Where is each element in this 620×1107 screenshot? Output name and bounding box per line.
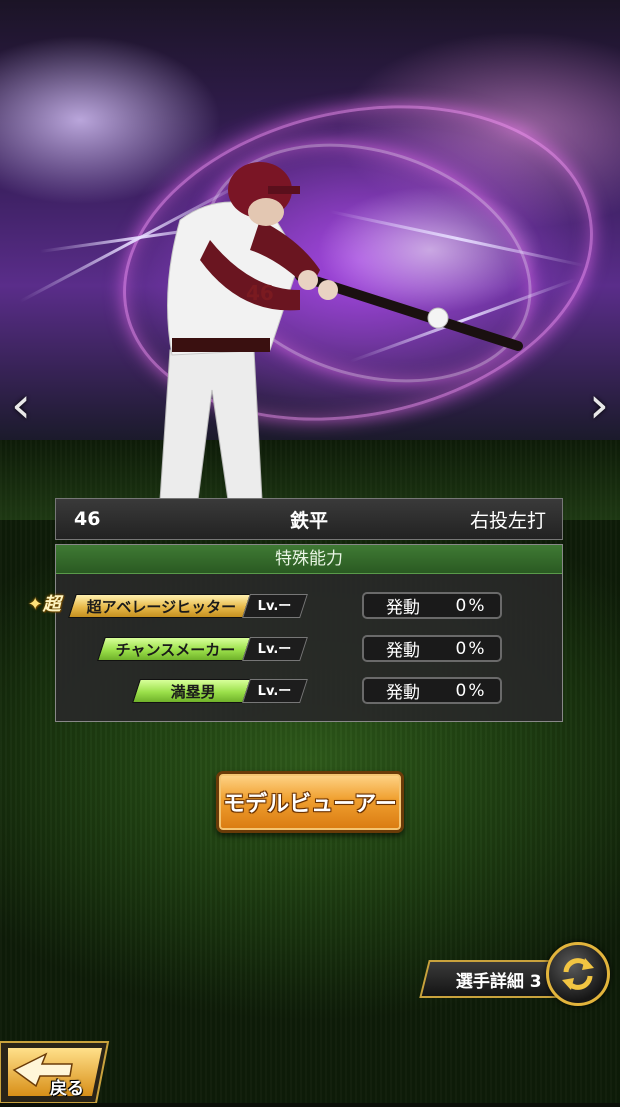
prev-player-button[interactable]: ‹	[4, 380, 38, 430]
trigger-rate-box: 発動 0%	[362, 635, 502, 662]
trigger-label: 発動	[386, 683, 420, 703]
ability-level: Lv.ー	[242, 679, 308, 703]
trigger-label: 発動	[386, 598, 420, 618]
trigger-label: 発動	[386, 641, 420, 661]
ability-level: Lv.ー	[242, 594, 308, 618]
chevron-right-icon: ›	[589, 376, 609, 434]
model-viewer-button[interactable]: モデルビューアー	[216, 771, 404, 833]
back-button[interactable]: 戻る	[0, 1036, 116, 1104]
ability-name: チャンスメーカー	[97, 637, 251, 661]
player-info-bar: 46 鉄平 右投左打	[55, 498, 563, 540]
special-abilities-panel: 特殊能力 ✦超 超アベレージヒッター Lv.ー 発動 0% チャンスメーカー L…	[28, 544, 563, 722]
ability-name: 超アベレージヒッター	[67, 594, 251, 618]
player-detail-label: 選手詳細 3	[456, 971, 542, 992]
svg-text:46: 46	[246, 281, 274, 305]
next-player-button[interactable]: ›	[582, 380, 616, 430]
player-batting-image: 46	[159, 162, 523, 501]
trigger-rate: 0%	[455, 638, 487, 659]
ability-plate: ✦超 超アベレージヒッター Lv.ー	[28, 594, 308, 618]
swap-arrows-icon	[562, 958, 594, 990]
chevron-left-icon: ‹	[11, 376, 31, 434]
switch-detail-button[interactable]	[546, 942, 610, 1006]
super-badge-label: 超	[42, 594, 61, 615]
throw-bat-hand: 右投左打	[469, 509, 546, 532]
ability-plate: チャンスメーカー Lv.ー	[97, 637, 308, 661]
super-badge: ✦超	[28, 590, 61, 616]
ability-plate: 満塁男 Lv.ー	[132, 679, 308, 703]
abilities-header: 特殊能力	[56, 545, 562, 574]
ability-row: ✦超 超アベレージヒッター Lv.ー 発動 0%	[28, 591, 562, 621]
trigger-rate-box: 発動 0%	[362, 592, 502, 619]
ability-row: 満塁男 Lv.ー 発動 0%	[56, 676, 562, 706]
trigger-rate: 0%	[455, 595, 487, 616]
trigger-rate: 0%	[455, 680, 487, 701]
ability-level: Lv.ー	[242, 637, 308, 661]
ability-name: 満塁男	[132, 679, 251, 703]
trigger-rate-box: 発動 0%	[362, 677, 502, 704]
ability-row: チャンスメーカー Lv.ー 発動 0%	[56, 634, 562, 664]
sparkle-icon: ✦	[27, 594, 43, 615]
back-label: 戻る	[50, 1079, 84, 1099]
